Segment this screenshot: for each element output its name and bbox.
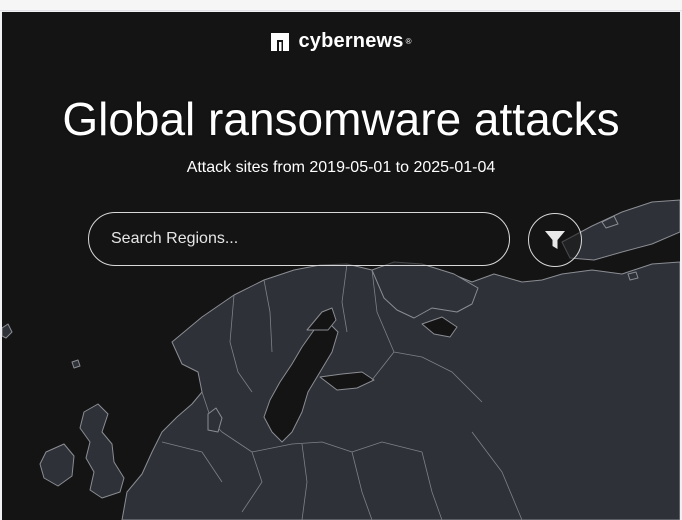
filter-button[interactable] (528, 213, 582, 267)
small-island-1 (627, 271, 639, 281)
search-regions-input[interactable] (88, 212, 510, 266)
browser-top-edge (0, 0, 682, 11)
registered-mark: ® (405, 37, 412, 46)
page-title: Global ransomware attacks (62, 93, 620, 145)
brand-name: cybernews (298, 30, 404, 52)
faroe-islands (71, 359, 81, 369)
europe-map[interactable] (2, 12, 680, 520)
brand-logo[interactable]: cybernews ® (2, 30, 680, 53)
date-range-subtitle: Attack sites from 2019-05-01 to 2025-01-… (186, 159, 496, 176)
map-hero: cybernews ® Global ransomware attacks At… (2, 12, 680, 520)
filter-icon (545, 231, 565, 249)
cybernews-logo-icon (271, 32, 290, 51)
great-britain (79, 403, 125, 499)
iceland-edge (2, 323, 13, 339)
ireland (39, 443, 75, 487)
